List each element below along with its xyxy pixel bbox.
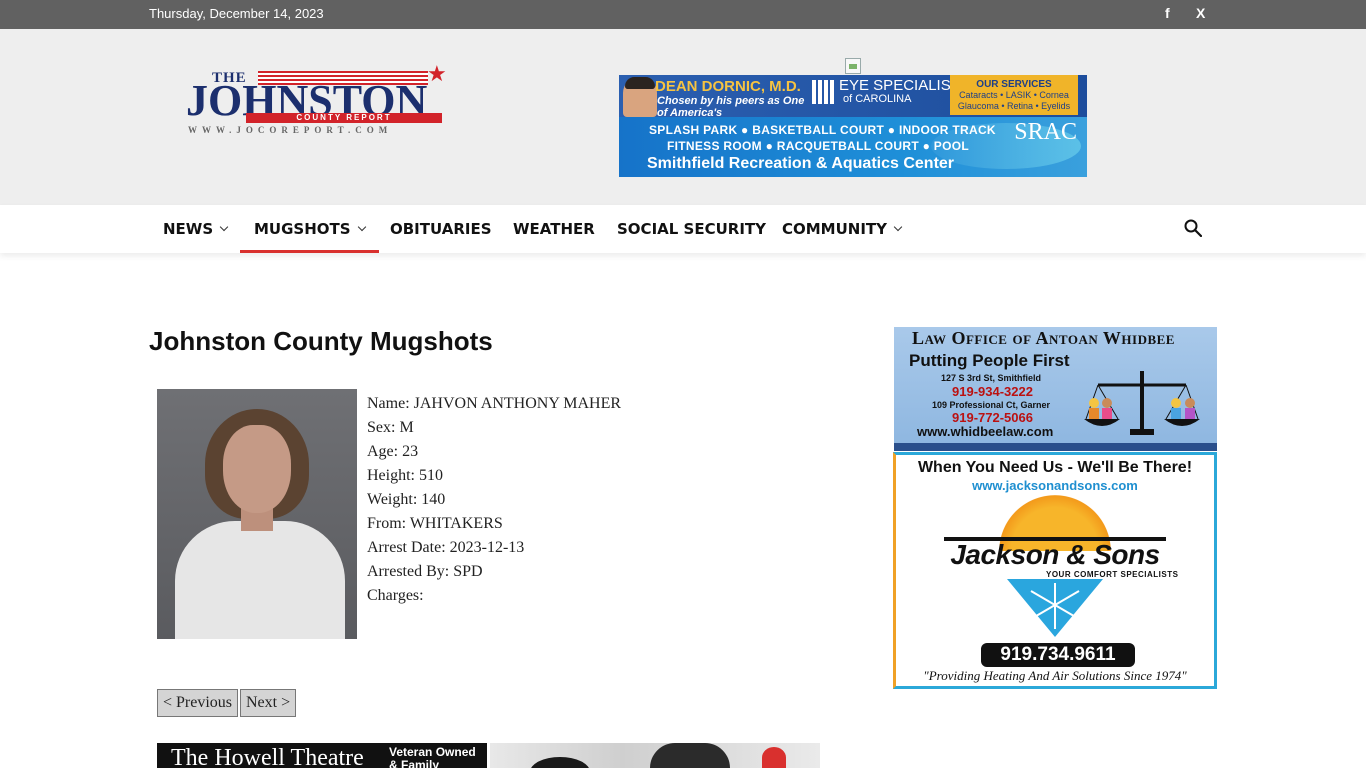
banner-eye-line2: of CAROLINA bbox=[843, 93, 912, 105]
banner-line1: SPLASH PARK ● BASKETBALL COURT ● INDOOR … bbox=[649, 123, 996, 137]
banner-top: DEAN DORNIC, M.D. Chosen by his peers as… bbox=[619, 75, 1087, 119]
law-heading: Law Office of Antoan Whidbee bbox=[912, 328, 1175, 348]
x-twitter-icon[interactable]: X bbox=[1196, 5, 1205, 21]
chevron-down-icon bbox=[893, 222, 903, 232]
inmate-details: Name: JAHVON ANTHONY MAHER Sex: M Age: 2… bbox=[367, 392, 621, 608]
law-office-ad[interactable]: Law Office of Antoan Whidbee Putting Peo… bbox=[894, 327, 1217, 451]
ad-shape-2 bbox=[650, 743, 730, 768]
site-header: ★ THE JOHNSTON COUNTY REPORT WWW.JOCOREP… bbox=[0, 29, 1366, 205]
site-logo[interactable]: ★ THE JOHNSTON COUNTY REPORT WWW.JOCOREP… bbox=[186, 63, 454, 139]
banner-chosen: Chosen by his peers as One of America's bbox=[657, 95, 805, 119]
jackson-tag: YOUR COMFORT SPECIALISTS bbox=[1046, 570, 1179, 579]
law-phone-2: 919-772-5066 bbox=[952, 410, 1033, 425]
top-bar: Thursday, December 14, 2023 f X bbox=[0, 0, 1366, 29]
law-tagline: Putting People First bbox=[909, 351, 1070, 370]
detail-age: Age: 23 bbox=[367, 443, 419, 460]
page-title: Johnston County Mugshots bbox=[149, 326, 493, 356]
jackson-headline: When You Need Us - We'll Be There! bbox=[917, 459, 1193, 476]
law-phone-1: 919-934-3222 bbox=[952, 384, 1033, 399]
logo-url: WWW.JOCOREPORT.COM bbox=[188, 125, 393, 135]
mugshot-photo bbox=[157, 389, 357, 639]
ad-shape-1 bbox=[530, 757, 590, 768]
nav-community-label: COMMUNITY bbox=[782, 220, 888, 238]
howell-title: The Howell Theatre bbox=[171, 745, 364, 768]
doctor-photo bbox=[623, 77, 657, 117]
ad-badge-icon bbox=[762, 747, 786, 768]
main-nav: NEWS MUGSHOTS OBITUARIES WEATHER SOCIAL … bbox=[0, 205, 1366, 253]
detail-name: Name: JAHVON ANTHONY MAHER bbox=[367, 395, 622, 412]
detail-height: Height: 510 bbox=[367, 467, 443, 484]
logo-band: COUNTY REPORT bbox=[246, 113, 442, 123]
banner-services: OUR SERVICES Cataracts • LASIK • Cornea … bbox=[950, 75, 1078, 115]
snowflake-icon bbox=[1007, 579, 1103, 637]
law-ad-underline bbox=[894, 443, 1217, 451]
chevron-down-icon bbox=[219, 222, 229, 232]
eye-logo-icon bbox=[812, 80, 836, 104]
nav-social-security[interactable]: SOCIAL SECURITY bbox=[603, 205, 780, 253]
nav-community[interactable]: COMMUNITY bbox=[768, 205, 915, 253]
detail-weight: Weight: 140 bbox=[367, 491, 446, 508]
jackson-website: www.jacksonandsons.com bbox=[972, 478, 1138, 493]
nav-weather-label: WEATHER bbox=[513, 220, 595, 238]
current-date: Thursday, December 14, 2023 bbox=[149, 6, 324, 21]
mugshot-face bbox=[223, 425, 291, 513]
detail-charges: Charges: bbox=[367, 587, 424, 604]
nav-mugshots-label: MUGSHOTS bbox=[254, 220, 351, 238]
jackson-phone: 919.734.9611 bbox=[981, 643, 1135, 667]
howell-theatre-ad[interactable]: The Howell Theatre Veteran Owned & Famil… bbox=[157, 743, 487, 768]
detail-sex: Sex: M bbox=[367, 419, 414, 436]
header-banner-ad[interactable]: DEAN DORNIC, M.D. Chosen by his peers as… bbox=[619, 75, 1087, 177]
jackson-name: Jackson & Sons bbox=[950, 539, 1160, 570]
law-address-2: 109 Professional Ct, Garner bbox=[932, 400, 1051, 410]
banner-doctor: DEAN DORNIC, M.D. bbox=[655, 78, 801, 95]
detail-from: From: WHITAKERS bbox=[367, 515, 503, 532]
nav-weather[interactable]: WEATHER bbox=[499, 205, 609, 253]
howell-tag: Veteran Owned & Family Operated bbox=[389, 745, 476, 768]
banner-line2: FITNESS ROOM ● RACQUETBALL COURT ● POOL bbox=[667, 139, 969, 153]
detail-arrest-date: Arrest Date: 2023-12-13 bbox=[367, 539, 525, 556]
nav-news-label: NEWS bbox=[163, 220, 214, 238]
law-website: www.whidbeelaw.com bbox=[917, 424, 1054, 439]
nav-news[interactable]: NEWS bbox=[149, 205, 241, 253]
jackson-sons-ad[interactable]: When You Need Us - We'll Be There! www.j… bbox=[893, 452, 1217, 689]
services-title: OUR SERVICES bbox=[976, 79, 1052, 90]
detail-arrested-by: Arrested By: SPD bbox=[367, 563, 483, 580]
bottom-ad-2[interactable] bbox=[490, 743, 820, 768]
law-address-1: 127 S 3rd St, Smithfield bbox=[941, 373, 1042, 383]
star-icon: ★ bbox=[427, 61, 447, 86]
nav-obituaries-label: OBITUARIES bbox=[390, 220, 492, 238]
nav-obituaries[interactable]: OBITUARIES bbox=[376, 205, 506, 253]
chevron-down-icon bbox=[357, 222, 366, 232]
nav-mugshots[interactable]: MUGSHOTS bbox=[240, 205, 379, 253]
banner-srac: SRAC bbox=[1014, 119, 1077, 145]
banner-line3: Smithfield Recreation & Aquatics Center bbox=[647, 155, 955, 172]
search-icon[interactable] bbox=[1184, 219, 1202, 237]
broken-image-icon bbox=[845, 58, 861, 74]
jackson-quote: "Providing Heating And Air Solutions Sin… bbox=[923, 668, 1187, 683]
next-button[interactable]: Next > bbox=[240, 689, 297, 717]
previous-button[interactable]: < Previous bbox=[157, 689, 239, 717]
scales-of-justice-icon bbox=[1084, 371, 1200, 435]
facebook-icon[interactable]: f bbox=[1165, 5, 1170, 21]
services-2: Glaucoma • Retina • Eyelids bbox=[957, 101, 1071, 111]
nav-social-security-label: SOCIAL SECURITY bbox=[617, 220, 766, 238]
mugshot-shirt bbox=[175, 521, 345, 639]
services-1: Cataracts • LASIK • Cornea bbox=[959, 90, 1069, 100]
